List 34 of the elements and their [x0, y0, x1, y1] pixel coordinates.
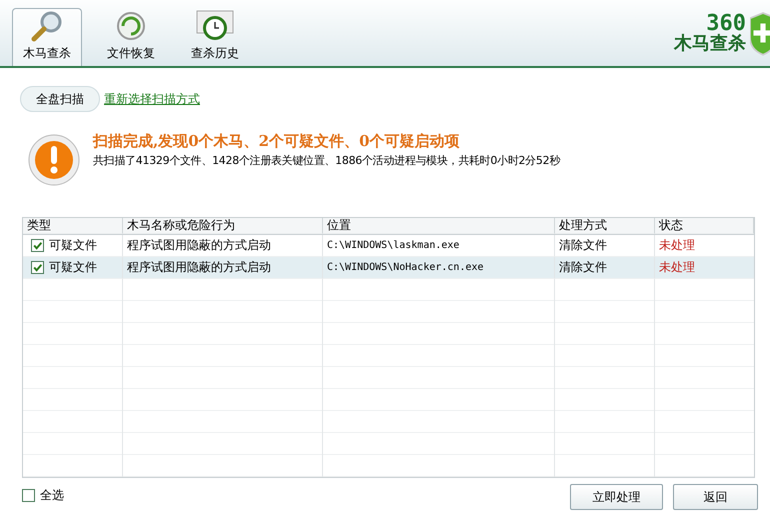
table-cell: 程序试图用隐蔽的方式启动 — [127, 259, 271, 276]
select-all-label: 全选 — [40, 486, 64, 504]
tab[interactable]: 文件恢复 — [96, 8, 166, 66]
table-cell: 未处理 — [659, 259, 695, 276]
action-button[interactable]: 立即处理 — [570, 484, 663, 510]
result-title: 扫描完成,发现0个木马、2个可疑文件、0个可疑启动项 — [93, 132, 461, 151]
select-all-checkbox[interactable] — [22, 488, 35, 502]
table-cell: 清除文件 — [559, 259, 607, 276]
full-scan-button[interactable]: 全盘扫描 — [20, 86, 100, 112]
logo-number: 360 — [706, 13, 746, 35]
clock-icon — [195, 10, 235, 42]
table-cell: 可疑文件 — [49, 259, 97, 276]
warning-icon — [28, 134, 80, 186]
table-row[interactable]: 可疑文件 程序试图用隐蔽的方式启动 C:\WINDOWS\NoHacker.cn.exe 清除文件 未处理 — [23, 257, 754, 279]
checkbox[interactable] — [31, 239, 44, 252]
table-cell: 程序试图用隐蔽的方式启动 — [127, 237, 271, 254]
result-summary: 共扫描了41329个文件、1428个注册表关键位置、1886个活动进程与模块，共耗时0小时2分52秒 — [93, 153, 560, 168]
checkbox[interactable] — [31, 261, 44, 274]
tab[interactable]: 查杀历史 — [180, 8, 250, 66]
action-button[interactable]: 返回 — [673, 484, 758, 510]
table-cell: 可疑文件 — [49, 237, 97, 254]
tab[interactable]: 木马查杀 — [12, 8, 82, 66]
shield-plus-icon — [750, 10, 770, 56]
table-cell: 未处理 — [659, 237, 695, 254]
table-cell: C:\WINDOWS\NoHacker.cn.exe — [327, 262, 484, 273]
column-header[interactable]: 状态 — [655, 218, 754, 234]
table-cell: 清除文件 — [559, 237, 607, 254]
logo-name: 木马查杀 — [674, 35, 746, 53]
column-header[interactable]: 处理方式 — [555, 218, 655, 234]
table-cell: C:\WINDOWS\laskman.exe — [327, 240, 460, 251]
rescan-link[interactable]: 重新选择扫描方式 — [104, 90, 200, 108]
column-header[interactable]: 位置 — [323, 218, 555, 234]
column-header[interactable]: 木马名称或危险行为 — [123, 218, 323, 234]
column-header[interactable]: 类型 — [23, 218, 123, 234]
